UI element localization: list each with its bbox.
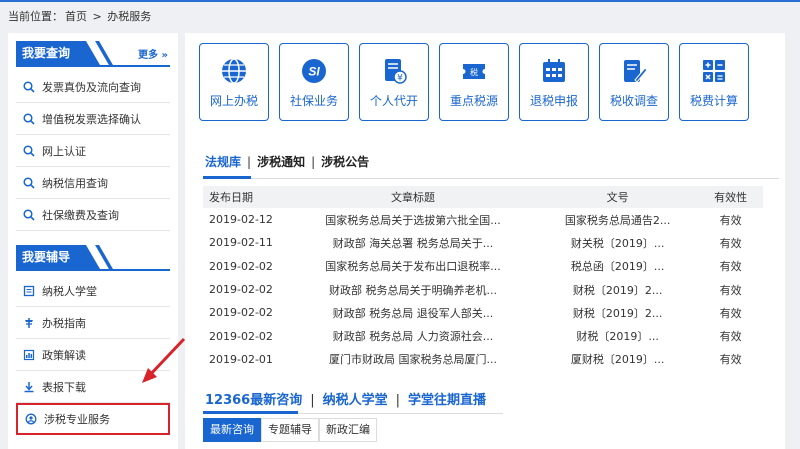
- breadcrumb: 当前位置： 首页 > 办税服务: [8, 8, 153, 24]
- col-doc-number: 文号: [536, 186, 699, 208]
- tile-tax-refund[interactable]: 退税申报: [519, 43, 589, 121]
- top-accent-line: [0, 0, 800, 2]
- tax-ticket-icon: 税: [463, 63, 485, 79]
- guide-section-header: 我要辅导: [16, 245, 170, 271]
- table-row[interactable]: 2019-02-01 厦门市财政局 国家税务总局厦门... 厦财税〔2019〕...…: [203, 348, 763, 371]
- sidebar-item-label: 发票真伪及流向查询: [42, 80, 141, 94]
- tab-notices[interactable]: 涉税通知: [257, 155, 305, 169]
- table-header-row: 发布日期 文章标题 文号 有效性: [203, 186, 763, 208]
- col-title: 文章标题: [289, 186, 537, 208]
- query-section-title: 我要查询: [16, 41, 86, 65]
- sidebar-item-school[interactable]: 纳税人学堂: [16, 275, 170, 307]
- globe-icon: [222, 57, 246, 84]
- breadcrumb-home[interactable]: 首页: [65, 10, 87, 23]
- sub-tabs: 最新咨询 专题辅导 新政汇编: [203, 418, 377, 442]
- document-yen-icon: ¥: [385, 58, 407, 84]
- subtab-topic-guidance[interactable]: 专题辅导: [261, 418, 319, 442]
- svg-text:税: 税: [470, 67, 478, 77]
- tab-12366-consult[interactable]: 12366最新咨询: [205, 393, 302, 408]
- subtab-latest-consult[interactable]: 最新咨询: [203, 418, 261, 442]
- subtab-new-policy[interactable]: 新政汇编: [319, 418, 377, 442]
- edit-icon: [624, 59, 648, 83]
- table-row[interactable]: 2019-02-11 财政部 海关总署 税务总局关于... 财关税〔2019〕...…: [203, 231, 763, 254]
- query-menu: 发票真伪及流向查询 增值税发票选择确认 网上认证 纳税信用查询 社保缴费及查询: [16, 71, 170, 231]
- query-section-header: 我要查询 更多 »: [16, 41, 170, 67]
- sidebar-item-online-cert[interactable]: 网上认证: [16, 135, 170, 167]
- consult-tabs: 12366最新咨询 | 纳税人学堂 | 学堂往期直播: [205, 393, 487, 408]
- tile-tax-survey[interactable]: 税收调查: [599, 43, 669, 121]
- sidebar-item-label: 社保缴费及查询: [42, 208, 119, 222]
- service-tiles: 网上办税 SI 社保业务 ¥ 个人代开 税 重点税源 退税申报 税收调查 税费计…: [199, 43, 749, 121]
- sidebar-item-tax-service[interactable]: 涉税专业服务: [16, 403, 170, 435]
- tab-announcements[interactable]: 涉税公告: [321, 155, 369, 169]
- tile-social-security[interactable]: SI 社保业务: [279, 43, 349, 121]
- sidebar-item-label: 政策解读: [42, 348, 86, 362]
- sidebar-item-social[interactable]: 社保缴费及查询: [16, 199, 170, 231]
- more-link[interactable]: 更多 »: [138, 46, 168, 61]
- tab-regulations[interactable]: 法规库: [205, 155, 241, 169]
- sidebar-item-vat-select[interactable]: 增值税发票选择确认: [16, 103, 170, 135]
- breadcrumb-sep: >: [92, 10, 102, 23]
- consult-tab-underline: [203, 411, 298, 414]
- guide-icon: [16, 317, 42, 329]
- news-tabs: 法规库 | 涉税通知 | 涉税公告: [205, 155, 370, 169]
- table-row[interactable]: 2019-02-02 国家税务总局关于发布出口退税率... 税总函〔2019〕...…: [203, 255, 763, 278]
- breadcrumb-current[interactable]: 办税服务: [107, 10, 151, 23]
- search-icon: [16, 112, 42, 125]
- tile-online-tax[interactable]: 网上办税: [199, 43, 269, 121]
- table-row[interactable]: 2019-02-02 财政部 税务总局 人力资源社会... 财税〔2019〕... 有…: [203, 324, 763, 347]
- sidebar-item-label: 增值税发票选择确认: [42, 112, 141, 126]
- tile-label: 税费计算: [689, 93, 738, 108]
- tile-label: 网上办税: [209, 93, 258, 108]
- download-icon: [16, 381, 42, 393]
- svg-text:SI: SI: [308, 64, 320, 78]
- sidebar-item-credit[interactable]: 纳税信用查询: [16, 167, 170, 199]
- table-row[interactable]: 2019-02-12 国家税务总局关于选拔第六批全国... 国家税务总局通告2...…: [203, 208, 763, 231]
- tile-label: 退税申报: [529, 93, 578, 108]
- sidebar-item-label: 表报下载: [42, 380, 86, 394]
- calendar-icon: [543, 58, 565, 82]
- calculator-icon: [703, 59, 725, 82]
- sidebar-item-invoice-verify[interactable]: 发票真伪及流向查询: [16, 71, 170, 103]
- search-icon: [16, 80, 42, 93]
- sidebar: 我要查询 更多 » 发票真伪及流向查询 增值税发票选择确认 网上认证 纳税信用查…: [8, 33, 178, 449]
- social-security-icon: SI: [302, 58, 326, 83]
- guide-section-title: 我要辅导: [16, 245, 86, 269]
- sidebar-item-label: 纳税人学堂: [42, 284, 97, 298]
- sidebar-item-label: 办税指南: [42, 316, 86, 330]
- tab-taxpayer-school[interactable]: 纳税人学堂: [323, 393, 388, 408]
- main-panel: 网上办税 SI 社保业务 ¥ 个人代开 税 重点税源 退税申报 税收调查 税费计…: [185, 33, 785, 449]
- tile-label: 重点税源: [449, 93, 498, 108]
- tile-key-tax-source[interactable]: 税 重点税源: [439, 43, 509, 121]
- tab-active-underline: [203, 176, 251, 179]
- tile-tax-calculator[interactable]: 税费计算: [679, 43, 749, 121]
- tab-past-live[interactable]: 学堂往期直播: [408, 393, 486, 408]
- tile-personal-invoice[interactable]: ¥ 个人代开: [359, 43, 429, 121]
- sidebar-item-label: 网上认证: [42, 144, 86, 158]
- red-arrow-annotation: [142, 337, 186, 383]
- breadcrumb-label: 当前位置：: [8, 10, 63, 23]
- search-icon: [16, 208, 42, 221]
- table-row[interactable]: 2019-02-02 财政部 税务总局关于明确养老机... 财税〔2019〕2...…: [203, 278, 763, 301]
- tile-label: 社保业务: [289, 93, 338, 108]
- service-icon: [18, 413, 44, 425]
- sidebar-item-label: 纳税信用查询: [42, 176, 108, 190]
- table-row[interactable]: 2019-02-02 财政部 税务总局 退役军人部关... 财税〔2019〕2...…: [203, 301, 763, 324]
- tab-divider: [203, 178, 779, 179]
- svg-text:¥: ¥: [397, 73, 403, 83]
- tile-label: 税收调查: [609, 93, 658, 108]
- book-icon: [16, 285, 42, 297]
- search-icon: [16, 144, 42, 157]
- tile-label: 个人代开: [369, 93, 418, 108]
- chart-icon: [16, 349, 42, 361]
- col-validity: 有效性: [698, 186, 763, 208]
- sidebar-item-label: 涉税专业服务: [44, 413, 110, 426]
- regulations-table: 发布日期 文章标题 文号 有效性 2019-02-12 国家税务总局关于选拔第六批…: [203, 186, 763, 371]
- search-icon: [16, 176, 42, 189]
- col-date: 发布日期: [203, 186, 290, 208]
